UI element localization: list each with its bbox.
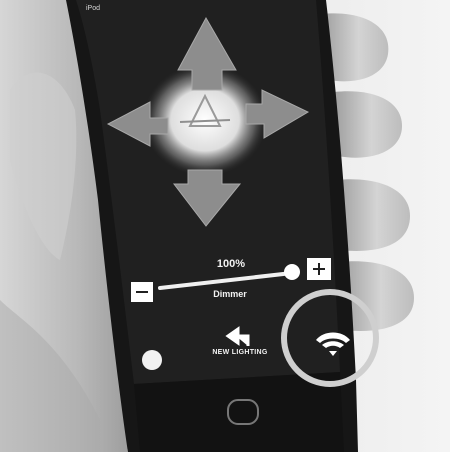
- photo-scene: [0, 0, 450, 452]
- dimmer-slider-thumb[interactable]: [284, 264, 300, 280]
- dimmer-label: Dimmer: [213, 289, 247, 299]
- minus-icon: [136, 291, 148, 293]
- photo: iPod 100% Dimmer NEW LIGHTING: [0, 0, 450, 452]
- dimmer-percent: 100%: [216, 258, 246, 270]
- nav-label[interactable]: NEW LIGHTING: [198, 349, 282, 356]
- status-bar-label: iPod: [86, 5, 101, 12]
- power-button[interactable]: [142, 350, 162, 370]
- phone-bezel: [134, 372, 344, 452]
- plus-icon: [318, 263, 320, 275]
